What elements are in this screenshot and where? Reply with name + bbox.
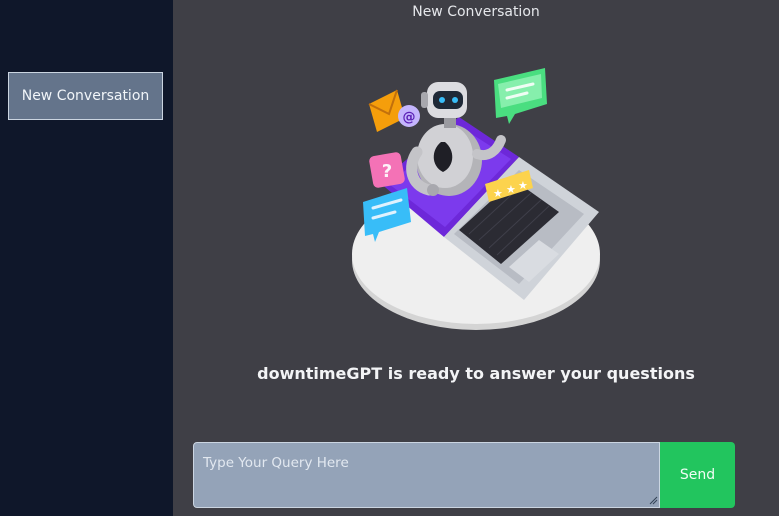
send-button[interactable]: Send xyxy=(660,442,735,508)
svg-text:?: ? xyxy=(382,161,392,182)
svg-text:@: @ xyxy=(403,110,416,125)
ready-message: downtimeGPT is ready to answer your ques… xyxy=(257,364,695,383)
svg-text:★: ★ xyxy=(506,183,516,196)
svg-text:★: ★ xyxy=(493,187,503,200)
resize-grip-icon[interactable] xyxy=(649,496,658,505)
page-title: New Conversation xyxy=(412,4,540,20)
new-conversation-button[interactable]: New Conversation xyxy=(8,72,163,120)
robot-laptop-illustration: @ ? ★ ★ ★ xyxy=(352,68,600,330)
main-panel: New Conversation @ ? ★ ★ ★ downtimeGPT i… xyxy=(173,0,779,516)
svg-text:★: ★ xyxy=(518,179,528,192)
sidebar: New Conversation xyxy=(0,0,173,516)
query-input[interactable] xyxy=(193,442,660,508)
